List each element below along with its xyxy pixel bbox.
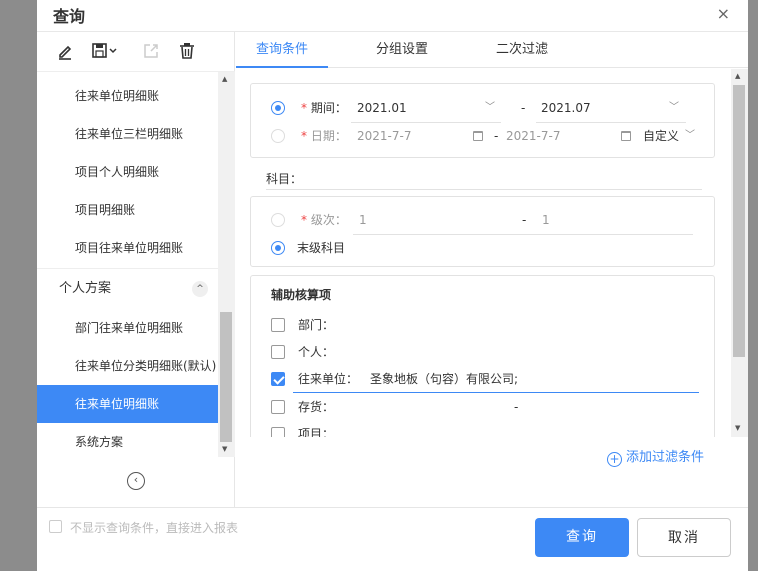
scroll-up-icon[interactable]: ▲ <box>735 72 740 80</box>
scheme-item[interactable]: 项目往来单位明细账 <box>37 229 218 267</box>
section-personal-schemes: 个人方案 ^ <box>37 268 218 308</box>
date-to-input[interactable]: 2021-7-7 <box>506 122 560 150</box>
dialog-title: 查询 <box>53 7 86 26</box>
conditions-scrollbar[interactable]: ▲ ▼ <box>731 69 748 437</box>
range-separator: - <box>494 129 499 143</box>
edit-icon[interactable] <box>54 40 76 62</box>
level-row: * 级次： 1 - 1 <box>251 206 716 235</box>
calendar-icon[interactable] <box>473 131 483 141</box>
chevron-down-icon[interactable]: ﹀ <box>685 122 695 150</box>
auxiliary-item: 往来单位： 圣象地板（句容）有限公司; <box>251 365 716 393</box>
chevron-down-icon[interactable]: ﹀ <box>669 94 679 122</box>
export-icon[interactable] <box>140 40 162 62</box>
inventory-checkbox[interactable] <box>271 400 285 414</box>
backdrop <box>748 0 758 571</box>
auxiliary-item-label: 部门： <box>298 318 335 332</box>
period-radio[interactable] <box>271 101 285 115</box>
scheme-list: 往来单位明细账 往来单位三栏明细账 项目个人明细账 项目明细账 项目往来单位明细… <box>37 72 218 457</box>
range-separator: - <box>522 213 527 227</box>
level-to-input[interactable]: 1 <box>542 206 550 234</box>
partner-checkbox[interactable] <box>271 372 285 386</box>
scroll-up-icon[interactable]: ▲ <box>222 75 227 83</box>
add-filter-label: 添加过滤条件 <box>626 450 705 465</box>
level-label: * 级次： <box>301 213 347 227</box>
date-label: * 日期： <box>301 129 347 143</box>
period-from-select[interactable]: 2021.01 <box>357 94 407 122</box>
auxiliary-item-label: 个人： <box>298 345 335 359</box>
last-level-label: 末级科目 <box>297 241 346 255</box>
level-box: * 级次： 1 - 1 末级科目 <box>250 196 715 267</box>
collapse-panel-icon[interactable]: ‹ <box>127 472 145 490</box>
chevron-down-icon[interactable]: ﹀ <box>485 94 495 122</box>
query-button[interactable]: 查询 <box>535 518 629 557</box>
scheme-panel: 往来单位明细账 往来单位三栏明细账 项目个人明细账 项目明细账 项目往来单位明细… <box>37 32 235 507</box>
date-radio[interactable] <box>271 129 285 143</box>
add-filter-button[interactable]: + 添加过滤条件 <box>607 446 704 467</box>
save-dropdown-icon[interactable] <box>89 40 121 62</box>
subject-row: 科目： <box>266 165 702 193</box>
period-row: * 期间： 2021.01 ﹀ - 2021.07 ﹀ <box>251 94 716 123</box>
backdrop <box>0 0 37 571</box>
last-level-row: 末级科目 <box>251 234 716 262</box>
period-to-select[interactable]: 2021.07 <box>541 94 591 122</box>
scheme-item[interactable]: 系统方案 <box>37 423 218 457</box>
scheme-item[interactable]: 往来单位分类明细账(默认) <box>37 347 218 385</box>
date-from-input[interactable]: 2021-7-7 <box>357 122 411 150</box>
query-dialog: 查询 × 往来单位明细账 往来单位三栏明细账 项目个人明细账 项目明细账 项目往… <box>37 0 748 571</box>
skip-conditions-label: 不显示查询条件，直接进入报表 <box>70 521 239 535</box>
close-icon[interactable]: × <box>717 4 730 23</box>
range-separator: - <box>521 101 526 115</box>
delete-icon[interactable] <box>176 40 198 62</box>
date-row: * 日期： 2021-7-7 - 2021-7-7 自定义 ﹀ <box>251 122 716 150</box>
cancel-button[interactable]: 取消 <box>637 518 731 557</box>
auxiliary-item-label: 存货： <box>298 400 335 414</box>
auxiliary-item: 部门： <box>251 311 716 339</box>
date-mode-select[interactable]: 自定义 <box>643 122 679 150</box>
level-from-input[interactable]: 1 <box>359 206 367 234</box>
auxiliary-item: 个人： <box>251 338 716 366</box>
person-checkbox[interactable] <box>271 345 285 359</box>
scheme-toolbar <box>37 32 235 72</box>
query-conditions-panel: * 期间： 2021.01 ﹀ - 2021.07 ﹀ * 日期： 2021-7… <box>236 69 731 437</box>
project-checkbox[interactable] <box>271 427 285 437</box>
auxiliary-title: 辅助核算项 <box>271 288 332 302</box>
scheme-item[interactable]: 项目个人明细账 <box>37 153 218 191</box>
scrollbar-thumb[interactable] <box>733 85 745 357</box>
dialog-title-bar: 查询 × <box>37 0 748 30</box>
skip-conditions-checkbox[interactable] <box>49 520 62 533</box>
tab-query-conditions[interactable]: 查询条件 <box>236 32 329 68</box>
scrollbar-thumb[interactable] <box>220 312 232 442</box>
scroll-down-icon[interactable]: ▼ <box>735 424 740 432</box>
scroll-down-icon[interactable]: ▼ <box>222 445 227 453</box>
period-box: * 期间： 2021.01 ﹀ - 2021.07 ﹀ * 日期： 2021-7… <box>250 83 715 158</box>
department-checkbox[interactable] <box>271 318 285 332</box>
divider <box>266 189 702 190</box>
divider <box>37 507 748 508</box>
auxiliary-item-label: 项目： <box>298 427 335 437</box>
level-radio[interactable] <box>271 213 285 227</box>
scheme-list-scrollbar[interactable]: ▲ ▼ <box>218 72 235 457</box>
partner-input[interactable]: 圣象地板（句容）有限公司; <box>370 365 518 393</box>
auxiliary-title-row: 辅助核算项 <box>251 281 716 309</box>
scheme-item[interactable]: 项目明细账 <box>37 191 218 229</box>
period-label: * 期间： <box>301 101 347 115</box>
tab-secondary-filter[interactable]: 二次过滤 <box>476 32 568 68</box>
scheme-item[interactable]: 往来单位明细账 <box>37 77 218 115</box>
auxiliary-item: 存货： - <box>251 393 716 421</box>
scheme-item[interactable]: 往来单位三栏明细账 <box>37 115 218 153</box>
last-level-radio[interactable] <box>271 241 285 255</box>
auxiliary-item: 项目： <box>251 420 716 437</box>
plus-circle-icon: + <box>607 452 622 467</box>
scheme-item[interactable]: 部门往来单位明细账 <box>37 309 218 347</box>
scheme-item-active[interactable]: 往来单位明细账 <box>37 385 218 423</box>
inventory-input[interactable]: - <box>514 393 518 421</box>
auxiliary-item-label: 往来单位： <box>298 372 359 386</box>
calendar-icon[interactable] <box>621 131 631 141</box>
chevron-up-icon[interactable]: ^ <box>192 281 208 297</box>
auxiliary-box: 辅助核算项 部门： 个人： 往来单位： 圣象地板（句容）有限公司; 存货： - … <box>250 275 715 437</box>
query-tabs: 查询条件 分组设置 二次过滤 <box>236 32 748 68</box>
tab-group-settings[interactable]: 分组设置 <box>356 32 448 68</box>
section-title: 个人方案 <box>59 281 112 296</box>
